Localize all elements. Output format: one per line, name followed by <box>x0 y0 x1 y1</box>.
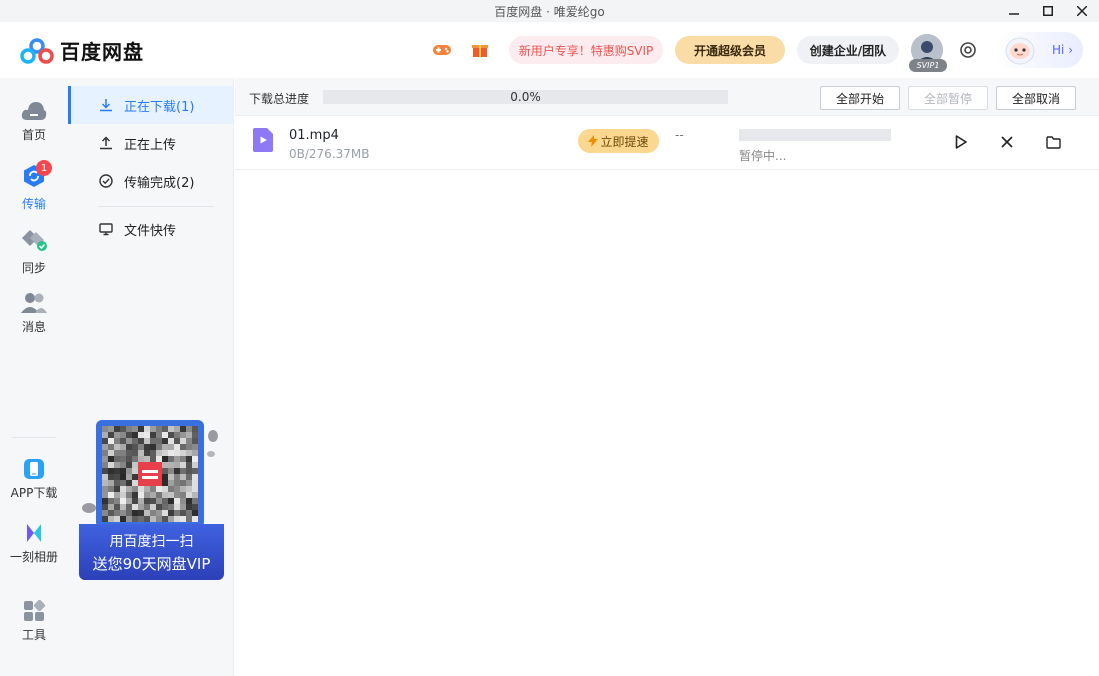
subnav-quick-transfer[interactable]: 文件快传 <box>68 210 234 248</box>
create-team-button[interactable]: 创建企业/团队 <box>797 36 899 64</box>
subnav-quick-transfer-label: 文件快传 <box>124 223 177 239</box>
nav-transfer[interactable]: 1 传输 <box>0 160 68 212</box>
qr-promo-banner[interactable]: 用百度扫一扫 送您90天网盘VIP <box>79 420 225 580</box>
folder-icon <box>1045 135 1061 149</box>
lightning-icon <box>588 135 599 147</box>
settings-icon <box>960 42 976 58</box>
app-window: 百度网盘 · 唯爱纶go 百度网盘 新用户专享！特惠购SVIP 开通超级会员 创… <box>0 0 1099 676</box>
download-row[interactable]: 01.mp4 0B/276.37MB 立即提速 -- 暂停中... <box>235 116 1099 170</box>
cancel-download-button[interactable] <box>997 132 1017 152</box>
qr-promo-line2: 送您90天网盘VIP <box>92 554 211 573</box>
subnav-downloading[interactable]: 正在下载(1) <box>68 86 234 124</box>
nav-home[interactable]: 首页 <box>0 100 68 143</box>
nav-album[interactable]: 一刻相册 <box>0 522 68 565</box>
app-name: 百度网盘 <box>60 40 144 64</box>
download-speed: -- <box>675 128 684 142</box>
baidu-netdisk-logo-icon <box>20 37 54 64</box>
window-controls <box>997 0 1099 22</box>
subnav-divider <box>98 206 214 207</box>
open-vip-button[interactable]: 开通超级会员 <box>675 36 785 64</box>
close-icon <box>1001 136 1013 148</box>
nav-tools[interactable]: 工具 <box>0 600 68 643</box>
phone-icon <box>24 459 44 479</box>
transfer-sidebar: 正在下载(1) 正在上传 传输完成(2) 文件快传 <box>68 78 234 676</box>
nav-messages-label: 消息 <box>21 320 46 334</box>
window-title: 百度网盘 · 唯爱纶go <box>494 4 605 19</box>
pause-all-button[interactable]: 全部暂停 <box>908 86 988 110</box>
nav-divider <box>12 437 56 438</box>
close-window-button[interactable] <box>1065 0 1099 22</box>
subnav-completed-label: 传输完成(2) <box>124 175 195 191</box>
speed-up-button[interactable]: 立即提速 <box>578 129 659 153</box>
resume-button[interactable] <box>951 132 971 152</box>
start-all-button[interactable]: 全部开始 <box>820 86 900 110</box>
maximize-icon <box>1043 6 1053 16</box>
app-logo[interactable]: 百度网盘 <box>20 36 144 65</box>
nav-app-download[interactable]: APP下载 <box>0 458 68 501</box>
hi-label: Hi › <box>1052 43 1073 57</box>
subnav-uploading[interactable]: 正在上传 <box>68 124 234 162</box>
maximize-button[interactable] <box>1031 0 1065 22</box>
nav-transfer-label: 传输 <box>21 197 46 211</box>
nav-album-label: 一刻相册 <box>9 550 58 564</box>
close-icon <box>1077 6 1087 16</box>
cloud-home-icon <box>21 102 47 120</box>
album-icon <box>27 524 41 542</box>
total-progress-bar: 0.0% <box>323 90 728 104</box>
minimize-button[interactable] <box>997 0 1031 22</box>
gift-icon <box>472 45 488 57</box>
qr-code <box>102 426 198 522</box>
nav-app-download-label: APP下载 <box>10 486 58 500</box>
speed-up-label: 立即提速 <box>600 134 649 149</box>
settings-button[interactable] <box>957 39 979 61</box>
gamepad-icon <box>433 45 451 55</box>
tools-icon <box>24 600 45 621</box>
total-progress-label: 下载总进度 <box>249 92 310 106</box>
robot-mascot-icon <box>1005 37 1035 65</box>
file-progress-bar <box>739 129 891 141</box>
assistant-hi-button[interactable]: Hi › <box>995 32 1083 68</box>
game-button[interactable] <box>431 39 453 61</box>
download-status: 暂停中... <box>739 149 787 163</box>
users-icon <box>21 293 47 313</box>
play-icon <box>955 135 967 149</box>
download-panel: 下载总进度 0.0% 全部开始 全部暂停 全部取消 01.mp4 0B/276.… <box>235 78 1099 676</box>
nav-messages[interactable]: 消息 <box>0 292 68 335</box>
check-circle-icon <box>98 173 114 189</box>
title-bar: 百度网盘 · 唯爱纶go <box>0 0 1099 22</box>
nav-tools-label: 工具 <box>21 628 46 642</box>
svip-level-badge: SVIP1 <box>909 59 947 72</box>
svip-promo-button[interactable]: 新用户专享！特惠购SVIP <box>509 36 663 64</box>
subnav-uploading-label: 正在上传 <box>124 137 177 153</box>
subnav-completed[interactable]: 传输完成(2) <box>68 162 234 200</box>
qr-promo-text: 用百度扫一扫 送您90天网盘VIP <box>79 524 224 580</box>
nav-sync-label: 同步 <box>21 261 46 275</box>
nav-sync[interactable]: 同步 <box>0 228 68 276</box>
qr-code-frame <box>96 420 204 528</box>
download-toolbar: 下载总进度 0.0% 全部开始 全部暂停 全部取消 <box>235 78 1099 116</box>
file-name: 01.mp4 <box>289 128 339 143</box>
header-actions: 新用户专享！特惠购SVIP 开通超级会员 创建企业/团队 SVIP1 Hi › <box>431 22 1099 78</box>
avatar[interactable]: SVIP1 <box>909 34 947 72</box>
transfer-count-badge: 1 <box>36 160 52 176</box>
qr-promo-line1: 用百度扫一扫 <box>109 533 194 550</box>
qr-code-icon <box>102 426 198 522</box>
subnav-downloading-label: 正在下载(1) <box>124 99 195 115</box>
open-folder-button[interactable] <box>1043 132 1063 152</box>
download-icon <box>98 97 114 113</box>
sync-icon <box>22 230 47 251</box>
upload-icon <box>98 135 114 151</box>
gift-button[interactable] <box>469 39 491 61</box>
app-header: 百度网盘 新用户专享！特惠购SVIP 开通超级会员 创建企业/团队 SVIP1 … <box>0 22 1099 78</box>
video-file-icon <box>253 128 273 152</box>
total-progress-text: 0.0% <box>510 90 541 104</box>
cancel-all-button[interactable]: 全部取消 <box>996 86 1076 110</box>
primary-sidebar: 首页 1 传输 同步 消息 APP下载 一刻相册 工具 <box>0 78 68 676</box>
monitor-icon <box>98 221 114 237</box>
file-size: 0B/276.37MB <box>289 147 370 161</box>
minimize-icon <box>1009 13 1019 15</box>
nav-home-label: 首页 <box>21 128 46 142</box>
